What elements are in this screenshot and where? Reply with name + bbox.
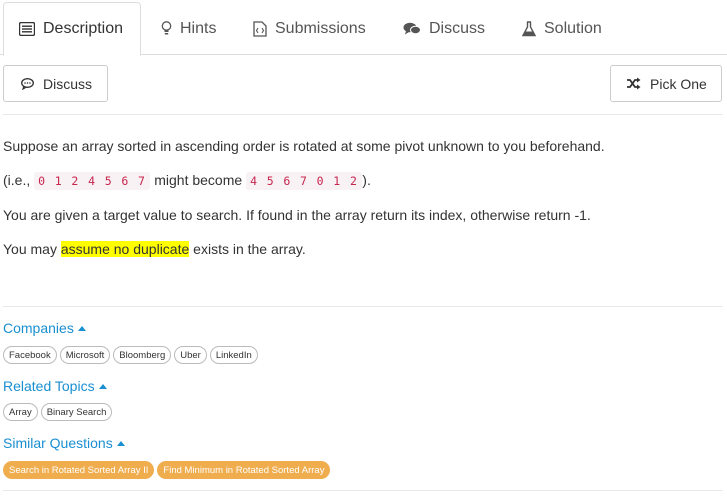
shuffle-icon <box>626 77 641 90</box>
caret-up-icon <box>116 440 125 446</box>
tab-bar: Description Hints Submissions Discuss So… <box>0 0 727 56</box>
tab-solution[interactable]: Solution <box>522 2 602 55</box>
text-segment: You may <box>3 241 61 257</box>
tab-hints[interactable]: Hints <box>161 2 216 55</box>
code-snippet-original: 0 1 2 4 5 6 7 <box>34 172 151 190</box>
similar-question-tag[interactable]: Search in Rotated Sorted Array II <box>3 461 155 479</box>
pick-one-button-label: Pick One <box>650 75 707 92</box>
pick-one-button[interactable]: Pick One <box>610 65 722 102</box>
text-segment: might become <box>150 172 247 188</box>
similar-questions-toggle[interactable]: Similar Questions <box>3 435 125 451</box>
discuss-button[interactable]: Discuss <box>3 65 108 102</box>
comments-icon <box>403 22 421 36</box>
text-segment: (i.e., <box>3 172 35 188</box>
description-line-4: You may assume no duplicate exists in th… <box>3 239 306 259</box>
divider <box>3 114 723 115</box>
similar-questions-title: Similar Questions <box>3 435 113 451</box>
company-tag[interactable]: Facebook <box>3 346 57 364</box>
tab-label: Submissions <box>275 19 366 37</box>
divider <box>3 306 723 307</box>
text-segment: ). <box>362 172 371 188</box>
related-topics-title: Related Topics <box>3 378 95 394</box>
companies-title: Companies <box>3 320 74 336</box>
related-topics-tags: Array Binary Search <box>3 403 113 421</box>
company-tag[interactable]: Uber <box>174 346 207 364</box>
highlighted-text: assume no duplicate <box>60 241 190 257</box>
topic-tag[interactable]: Binary Search <box>40 403 113 421</box>
tab-submissions[interactable]: Submissions <box>253 2 366 55</box>
topic-tag[interactable]: Array <box>3 403 38 421</box>
company-tag[interactable]: LinkedIn <box>209 346 258 364</box>
tab-label: Hints <box>180 19 217 37</box>
text-segment: exists in the array. <box>189 241 306 257</box>
similar-question-tag[interactable]: Find Minimum in Rotated Sorted Array <box>157 461 331 479</box>
code-file-icon <box>253 20 267 37</box>
companies-toggle[interactable]: Companies <box>3 320 86 336</box>
companies-tags: Facebook Microsoft Bloomberg Uber Linked… <box>3 346 258 364</box>
list-icon <box>19 22 35 36</box>
description-line-1: Suppose an array sorted in ascending ord… <box>3 138 605 154</box>
tab-label: Discuss <box>429 19 486 37</box>
caret-up-icon <box>98 383 107 389</box>
flask-icon <box>522 20 536 37</box>
divider <box>3 490 723 491</box>
tab-label: Description <box>43 20 124 37</box>
tab-discuss[interactable]: Discuss <box>403 2 485 55</box>
company-tag[interactable]: Microsoft <box>59 346 111 364</box>
tab-label: Solution <box>544 19 602 37</box>
description-line-2: (i.e., 0 1 2 4 5 6 7 might become 4 5 6 … <box>3 170 371 191</box>
description-line-3: You are given a target value to search. … <box>3 207 591 223</box>
company-tag[interactable]: Bloomberg <box>113 346 172 364</box>
discuss-button-label: Discuss <box>43 75 93 92</box>
tab-description[interactable]: Description <box>3 2 141 56</box>
lightbulb-icon <box>161 21 172 36</box>
related-topics-toggle[interactable]: Related Topics <box>3 378 107 394</box>
comment-icon <box>21 77 34 90</box>
code-snippet-rotated: 4 5 6 7 0 1 2 <box>246 172 363 190</box>
caret-up-icon <box>77 325 86 331</box>
similar-questions-tags: Search in Rotated Sorted Array II Find M… <box>3 461 331 479</box>
